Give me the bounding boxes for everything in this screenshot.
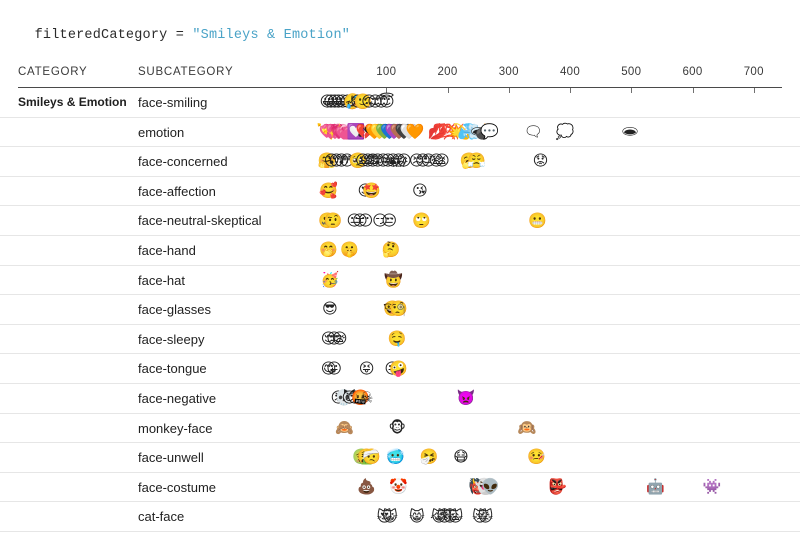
table-row[interactable]: face-affection🥰😍🤩😘 (0, 177, 800, 207)
row-strip-plot: 😻😺😸😹😼😽🙀😿😾 (0, 502, 800, 531)
axis-tick-label: 100 (376, 66, 396, 78)
row-strip-plot: 🤐🤨😐😑😶😏😒🙄😬 (0, 206, 800, 235)
emoji-data-point[interactable]: 🤕 (362, 450, 381, 465)
emoji-data-point[interactable]: 🧐 (389, 302, 408, 317)
table-row[interactable]: face-sleepy😌😔😪🤤 (0, 325, 800, 355)
code-header: filteredCategory = "Smileys & Emotion" (18, 13, 350, 43)
table-row[interactable]: Smileys & Emotionface-smiling😀😃😄😁😆😅🤣😂🙂🙃😉… (0, 88, 800, 118)
emoji-data-point[interactable]: 🗨 (524, 124, 543, 139)
emoji-data-point[interactable]: 🤤 (388, 332, 407, 347)
emoji-data-point[interactable]: 😛 (326, 361, 342, 376)
table-row[interactable]: face-glasses😎🤓🧐 (0, 295, 800, 325)
emoji-data-point[interactable]: 💬 (480, 124, 499, 139)
table-body: Smileys & Emotionface-smiling😀😃😄😁😆😅🤣😂🙂🙃😉… (0, 88, 800, 532)
emoji-data-point[interactable]: 🤠 (384, 272, 403, 287)
emoji-data-point[interactable]: 👾 (703, 480, 722, 495)
emoji-data-point[interactable]: 😟 (533, 154, 549, 169)
emoji-data-point[interactable]: 🥳 (321, 272, 340, 287)
emoji-data-point[interactable]: 👿 (457, 391, 476, 406)
emoji-scatter-table: CATEGORY SUBCATEGORY 1002003004005006007… (0, 62, 800, 88)
row-strip-plot: 🙈 🐵 🙉 (0, 414, 800, 443)
emoji-data-point[interactable]: 🤩 (362, 184, 381, 199)
row-strip-plot: 🤗😮😯😲😳🥺😦😧😨😰😥😢😭😱😖😣😞😓😩😫🥱😤😟 (0, 147, 800, 176)
axis-tick-label: 300 (499, 66, 519, 78)
row-strip-plot: 🥳🤠 (0, 266, 800, 295)
emoji-data-point[interactable]: 🕳 (620, 124, 639, 139)
row-strip-plot: 😌😔😪🤤 (0, 325, 800, 354)
emoji-data-point[interactable]: 🤫 (340, 243, 359, 258)
emoji-data-point[interactable]: 💩 (357, 480, 376, 495)
emoji-data-point[interactable]: 😤 (467, 154, 486, 169)
code-operator: = (167, 28, 192, 43)
row-strip-plot: 😎🤓🧐 (0, 295, 800, 324)
code-string-value: "Smileys & Emotion" (192, 28, 350, 43)
emoji-data-point[interactable]: 😝 (359, 361, 375, 376)
emoji-data-point[interactable]: 🤖 (646, 480, 665, 495)
row-strip-plot: 🤢🤮🤕🥶🤧😷🤒 (0, 443, 800, 472)
emoji-data-point[interactable]: 🤡 (389, 480, 408, 495)
emoji-data-point[interactable]: 😷 (453, 450, 469, 465)
emoji-data-point[interactable]: 😺 (382, 509, 398, 524)
emoji-data-point[interactable]: 😾 (478, 509, 494, 524)
table-row[interactable]: face-unwell🤢🤮🤕🥶🤧😷🤒 (0, 443, 800, 473)
row-strip-plot: 😡💀😈😠🤬☠👿 (0, 384, 800, 413)
emoji-data-point[interactable]: 😶 (358, 213, 374, 228)
emoji-data-point[interactable]: 🤔 (382, 243, 401, 258)
table-row[interactable]: face-hat🥳🤠 (0, 266, 800, 296)
emoji-data-point[interactable]: 😪 (332, 332, 348, 347)
row-strip-plot: 😋😛😝😜🤪 (0, 354, 800, 383)
emoji-data-point[interactable]: 😬 (528, 213, 547, 228)
axis-tick-label: 600 (682, 66, 702, 78)
code-variable-name: filteredCategory (35, 28, 168, 43)
axis-tick-label: 700 (744, 66, 764, 78)
emoji-data-point[interactable]: 🐵 (389, 420, 406, 435)
table-row[interactable]: face-tongue😋😛😝😜🤪 (0, 354, 800, 384)
emoji-data-point[interactable]: 😘 (412, 184, 428, 199)
emoji-data-point[interactable]: 🙀 (448, 509, 464, 524)
emoji-data-point[interactable]: 😫 (434, 154, 450, 169)
axis-tick-label: 400 (560, 66, 580, 78)
row-strip-plot: 💘💝💖💗💓💞💕💟❣💔❤🧡💛💚💙💜🤎🖤🤍🧡💋💯💢💥💫💦💨🕳💣💬🗨💭🕳 (0, 118, 800, 147)
emoji-data-point[interactable]: 🥶 (386, 450, 405, 465)
emoji-data-point[interactable]: 🤒 (527, 450, 546, 465)
emoji-data-point[interactable]: 😎 (322, 302, 338, 317)
table-row[interactable]: monkey-face🙈🐵🙉 (0, 414, 800, 444)
emoji-data-point[interactable]: 🙉 (518, 420, 537, 435)
emoji-data-point[interactable]: 💭 (556, 124, 575, 139)
row-strip-plot: 😀😃😄😁😆😅🤣😂🙂🙃😉😊😇 (0, 88, 800, 117)
table-row[interactable]: emotion💘💝💖💗💓💞💕💟❣💔❤🧡💛💚💙💜🤎🖤🤍🧡💋💯💢💥💫💦💨🕳💣💬🗨💭🕳 (0, 118, 800, 148)
table-row[interactable]: face-costume💩🤡👹👻👽👺🤖👾 (0, 473, 800, 503)
emoji-data-point[interactable]: 🧡 (406, 124, 425, 139)
emoji-data-point[interactable]: 🤨 (324, 213, 343, 228)
table-row[interactable]: cat-face😻😺😸😹😼😽🙀😿😾 (0, 502, 800, 532)
table-header: CATEGORY SUBCATEGORY 1002003004005006007… (0, 62, 800, 88)
emoji-data-point[interactable]: 🤪 (389, 361, 408, 376)
emoji-data-point[interactable]: 🤭 (319, 243, 338, 258)
emoji-data-point[interactable]: 👺 (548, 480, 567, 495)
table-row[interactable]: face-neutral-skeptical🤐🤨😐😑😶😏😒🙄😬 (0, 206, 800, 236)
emoji-data-point[interactable]: 🥰 (319, 184, 338, 199)
table-row[interactable]: face-concerned🤗😮😯😲😳🥺😦😧😨😰😥😢😭😱😖😣😞😓😩😫🥱😤😟 (0, 147, 800, 177)
emoji-data-point[interactable]: 👽 (481, 480, 500, 495)
emoji-data-point[interactable]: 😸 (409, 509, 425, 524)
emoji-data-point[interactable]: ☠ (360, 391, 373, 406)
row-strip-plot: 💩🤡👹👻👽👺🤖👾 (0, 473, 800, 502)
emoji-data-point[interactable]: 😒 (381, 213, 397, 228)
emoji-data-point[interactable]: 😇 (379, 95, 395, 110)
axis-tick-label: 200 (437, 66, 457, 78)
row-strip-plot: 🥰😍🤩😘 (0, 177, 800, 206)
row-strip-plot: 🤭🤫 🤔 (0, 236, 800, 265)
emoji-data-point[interactable]: 🙈 (335, 420, 354, 435)
emoji-data-point[interactable]: 🙄 (412, 213, 431, 228)
axis-tick-label: 500 (621, 66, 641, 78)
table-row[interactable]: face-hand🤭🤫🤔 (0, 236, 800, 266)
emoji-data-point[interactable]: 🤧 (420, 450, 439, 465)
table-row[interactable]: face-negative😡💀😈😠🤬☠👿 (0, 384, 800, 414)
